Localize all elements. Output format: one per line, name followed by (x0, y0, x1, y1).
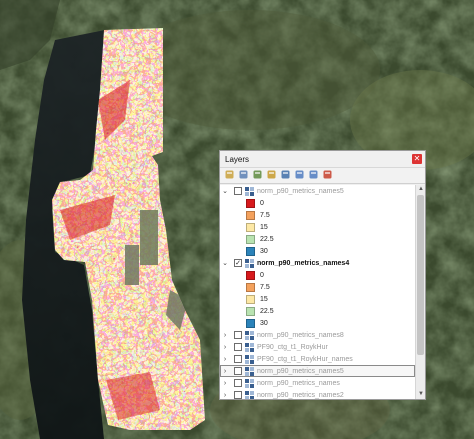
expand-arrow-icon[interactable]: › (221, 368, 229, 375)
tree-scrollbar[interactable]: ▲ ▼ (415, 185, 425, 399)
legend-label: 15 (260, 223, 268, 231)
scroll-down-arrow[interactable]: ▼ (416, 390, 425, 399)
collapse-all-button[interactable] (307, 170, 319, 182)
expand-arrow-icon[interactable]: › (221, 332, 229, 339)
remove-layer-icon (322, 169, 333, 182)
collapse-all-icon (308, 169, 319, 182)
layer-visibility-checkbox[interactable] (234, 367, 242, 375)
legend-label: 0 (260, 199, 264, 207)
expand-arrow-icon[interactable]: › (221, 380, 229, 387)
open-layer-styling-button[interactable] (223, 170, 235, 182)
legend-entry: 15 (220, 293, 415, 305)
layer-name: norm_p90_metrics_names8 (257, 331, 344, 339)
expand-arrow-icon[interactable]: › (221, 392, 229, 399)
layers-panel: Layers ✕ ⌄ norm_p90_metrics_names5 0 7.5 15 2… (219, 150, 426, 400)
legend-entry: 0 (220, 269, 415, 281)
expand-arrow-icon[interactable]: › (221, 356, 229, 363)
layer-visibility-checkbox[interactable] (234, 331, 242, 339)
filter-by-expression-button[interactable] (279, 170, 291, 182)
expand-collapse-icon[interactable]: ⌄ (221, 187, 229, 195)
layer-visibility-checkbox[interactable] (234, 187, 242, 195)
layer-name: norm_p90_metrics_names4 (257, 259, 350, 267)
raster-layer-icon (245, 330, 254, 340)
layer-item[interactable]: › norm_p90_metrics_names8 (220, 329, 415, 341)
legend-entry: 22.5 (220, 233, 415, 245)
legend-swatch (246, 234, 255, 244)
legend-label: 30 (260, 247, 268, 255)
panel-toolbar (220, 168, 425, 184)
layer-name: norm_p90_metrics_names5 (257, 367, 344, 375)
raster-layer-icon (245, 366, 254, 376)
legend-entry: 7.5 (220, 209, 415, 221)
close-button[interactable]: ✕ (412, 154, 422, 164)
layer-item[interactable]: › norm_p90_metrics_names5 (220, 365, 415, 377)
legend-swatch (246, 198, 255, 208)
legend-entry: 30 (220, 317, 415, 329)
layer-name: norm_p90_metrics_names5 (257, 187, 344, 195)
legend-swatch (246, 282, 255, 292)
open-layer-styling-icon (224, 169, 235, 182)
raster-layer-icon (245, 186, 254, 196)
legend-label: 7.5 (260, 211, 270, 219)
scroll-thumb[interactable] (417, 195, 424, 355)
legend-label: 30 (260, 319, 268, 327)
legend-swatch (246, 270, 255, 280)
raster-layer-icon (245, 342, 254, 352)
add-group-icon (238, 169, 249, 182)
layer-item[interactable]: ⌄ ✓ norm_p90_metrics_names4 (220, 257, 415, 269)
legend-swatch (246, 306, 255, 316)
panel-title: Layers (225, 154, 250, 164)
raster-layer-icon (245, 378, 254, 388)
layer-tree[interactable]: ⌄ norm_p90_metrics_names5 0 7.5 15 22.5 30 ⌄ ✓ no… (220, 185, 415, 399)
layer-item[interactable]: › PF90_ctg_t1_RoykHur_names (220, 353, 415, 365)
filter-by-expression-icon (280, 169, 291, 182)
legend-entry: 7.5 (220, 281, 415, 293)
legend-swatch (246, 210, 255, 220)
layer-name: norm_p90_metrics_names (257, 379, 340, 387)
panel-titlebar[interactable]: Layers ✕ (220, 151, 425, 168)
legend-swatch (246, 294, 255, 304)
layer-item[interactable]: › norm_p90_metrics_names (220, 377, 415, 389)
raster-layer-icon (245, 354, 254, 364)
raster-layer-icon (245, 258, 254, 268)
scroll-up-arrow[interactable]: ▲ (416, 185, 425, 194)
add-group-button[interactable] (237, 170, 249, 182)
layer-visibility-checkbox[interactable]: ✓ (234, 259, 242, 267)
legend-label: 22.5 (260, 307, 274, 315)
layer-item[interactable]: ⌄ norm_p90_metrics_names5 (220, 185, 415, 197)
layer-item[interactable]: › PF90_ctg_t1_RoykHur (220, 341, 415, 353)
legend-swatch (246, 318, 255, 328)
expand-collapse-icon[interactable]: ⌄ (221, 259, 229, 267)
legend-label: 22.5 (260, 235, 274, 243)
manage-map-themes-icon (252, 169, 263, 182)
filter-legend-icon (266, 169, 277, 182)
expand-arrow-icon[interactable]: › (221, 344, 229, 351)
layer-visibility-checkbox[interactable] (234, 343, 242, 351)
legend-entry: 30 (220, 245, 415, 257)
legend-entry: 15 (220, 221, 415, 233)
raster-layer-icon (245, 390, 254, 399)
legend-swatch (246, 222, 255, 232)
legend-entry: 22.5 (220, 305, 415, 317)
legend-entry: 0 (220, 197, 415, 209)
layer-visibility-checkbox[interactable] (234, 379, 242, 387)
legend-label: 15 (260, 295, 268, 303)
remove-layer-button[interactable] (321, 170, 333, 182)
expand-all-button[interactable] (293, 170, 305, 182)
layer-name: PF90_ctg_t1_RoykHur_names (257, 355, 353, 363)
legend-swatch (246, 246, 255, 256)
layer-visibility-checkbox[interactable] (234, 355, 242, 363)
legend-label: 7.5 (260, 283, 270, 291)
expand-all-icon (294, 169, 305, 182)
layer-visibility-checkbox[interactable] (234, 391, 242, 399)
layer-name: PF90_ctg_t1_RoykHur (257, 343, 328, 351)
layer-name: norm_p90_metrics_names2 (257, 391, 344, 399)
manage-map-themes-button[interactable] (251, 170, 263, 182)
legend-label: 0 (260, 271, 264, 279)
filter-legend-button[interactable] (265, 170, 277, 182)
layer-item[interactable]: › norm_p90_metrics_names2 (220, 389, 415, 399)
